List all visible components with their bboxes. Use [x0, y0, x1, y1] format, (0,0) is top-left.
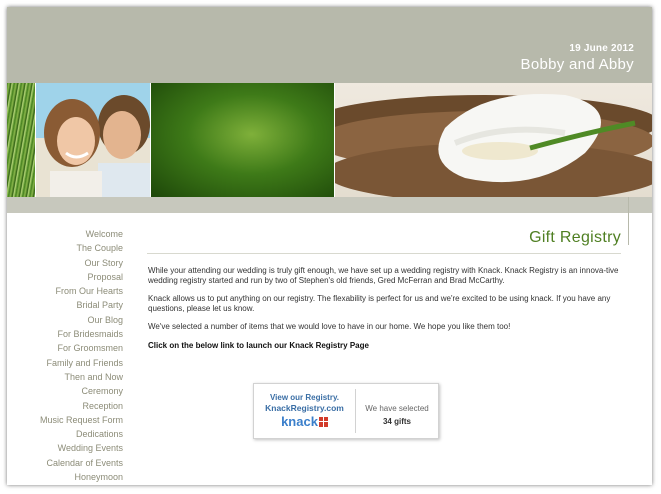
- nav-item-calendar-of-events[interactable]: Calendar of Events: [7, 456, 123, 470]
- knack-logo-text: knack: [281, 414, 318, 429]
- nav-item-bridal-party[interactable]: Bridal Party: [7, 298, 123, 312]
- grass-photo: [7, 83, 35, 197]
- header-banner: [7, 83, 652, 197]
- calla-lily-illustration: [335, 93, 652, 197]
- nav-item-reception[interactable]: Reception: [7, 399, 123, 413]
- nav-item-welcome[interactable]: Welcome: [7, 227, 123, 241]
- nav-item-proposal[interactable]: Proposal: [7, 270, 123, 284]
- gift-icon: [318, 417, 328, 427]
- nav-item-the-couple[interactable]: The Couple: [7, 241, 123, 255]
- nav-item-for-bridesmaids[interactable]: For Bridesmaids: [7, 327, 123, 341]
- couple-names: Bobby and Abby: [520, 56, 634, 73]
- registry-site-link[interactable]: KnackRegistry.com: [254, 403, 355, 414]
- have-selected-label: We have selected: [365, 404, 429, 413]
- couple-photo-illustration: [36, 83, 150, 197]
- site-header: 19 June 2012 Bobby and Abby: [7, 7, 652, 83]
- page-title: Gift Registry: [529, 229, 621, 246]
- nav-item-ceremony[interactable]: Ceremony: [7, 384, 123, 398]
- nav-item-our-story[interactable]: Our Story: [7, 256, 123, 270]
- nav-item-honeymoon[interactable]: Honeymoon: [7, 470, 123, 484]
- header-divider: [628, 197, 629, 245]
- browser-page: 19 June 2012 Bobby and Abby Welcome The …: [7, 7, 652, 485]
- nav-item-family-and-friends[interactable]: Family and Friends: [7, 356, 123, 370]
- knack-logo[interactable]: knack: [254, 415, 355, 429]
- nav-item-our-blog[interactable]: Our Blog: [7, 313, 123, 327]
- gift-count: 34 gifts: [382, 417, 411, 426]
- couple-photo: [36, 83, 150, 197]
- registry-cta-text: Click on the below link to launch our Kn…: [148, 341, 369, 351]
- green-blur-photo: [151, 83, 334, 197]
- nav-item-for-groomsmen[interactable]: For Groomsmen: [7, 341, 123, 355]
- nav-item-from-our-hearts[interactable]: From Our Hearts: [7, 284, 123, 298]
- registry-link[interactable]: View our Registry. KnackRegistry.com kna…: [254, 384, 355, 438]
- intro-paragraph: While your attending our wedding is trul…: [148, 266, 619, 286]
- flexibility-paragraph: Knack allows us to put anything on our r…: [148, 293, 611, 314]
- gift-summary: We have selected 34 gifts: [356, 384, 438, 438]
- view-registry-link[interactable]: View our Registry.: [254, 393, 355, 403]
- nav-item-music-request-form[interactable]: Music Request Form: [7, 413, 123, 427]
- calla-lily-photo: [335, 83, 652, 197]
- sidebar-nav: Welcome The Couple Our Story Proposal Fr…: [7, 227, 123, 484]
- title-divider: [147, 253, 621, 254]
- banner-bottom-bar: [7, 197, 652, 213]
- wedding-date: 19 June 2012: [569, 43, 634, 54]
- nav-item-then-and-now[interactable]: Then and Now: [7, 370, 123, 384]
- knack-registry-widget[interactable]: View our Registry. KnackRegistry.com kna…: [253, 383, 439, 439]
- nav-item-wedding-events[interactable]: Wedding Events: [7, 441, 123, 455]
- selection-paragraph: We've selected a number of items that we…: [148, 321, 511, 331]
- nav-item-dedications[interactable]: Dedications: [7, 427, 123, 441]
- main-content: While your attending our wedding is trul…: [148, 266, 626, 358]
